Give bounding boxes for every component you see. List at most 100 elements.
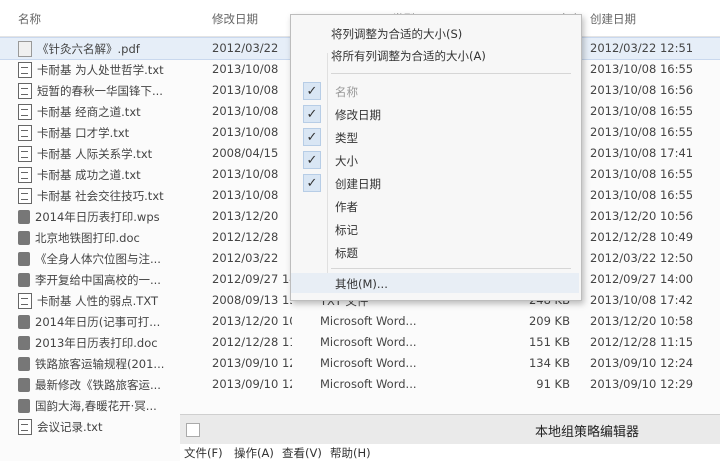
checkmark-icon: [303, 197, 321, 215]
menu-column-label: 类型: [335, 131, 358, 145]
menu-column-item[interactable]: ✓ 大小: [291, 150, 579, 170]
policy-editor-titlebar[interactable]: 本地组策略编辑器: [180, 414, 720, 445]
file-name-text: 铁路旅客运输规程(201...: [35, 357, 165, 371]
file-created-date: 2012/03/22 12:50: [590, 251, 694, 265]
file-name-text: 卡耐基 人际关系学.txt: [37, 147, 153, 161]
file-created-date: 2013/10/08 16:55: [590, 188, 694, 202]
file-row[interactable]: 2014年日历(记事可打... 2013/12/20 10:58 Microsoft…: [0, 311, 720, 332]
file-name: 北京地铁图打印.doc: [18, 230, 208, 246]
file-created-date: 2013/10/08 16:55: [590, 62, 694, 76]
menu-fit-column[interactable]: 将列调整为合适的大小(S): [291, 23, 579, 43]
file-name: 卡耐基 口才学.txt: [18, 125, 208, 141]
file-size: 134 KB: [528, 356, 570, 370]
file-created-date: 2013/12/20 10:58: [590, 314, 694, 328]
menu-column-item[interactable]: ✓ 修改日期: [291, 104, 579, 124]
menu-column-item[interactable]: ✓ 类型: [291, 127, 579, 147]
menu-column-label: 标记: [335, 223, 358, 237]
file-modified-date: 2008/09/13 13:27: [212, 293, 292, 307]
text-file-icon: [18, 125, 32, 141]
file-row[interactable]: 铁路旅客运输规程(201... 2013/09/10 12:24 Microsoft…: [0, 353, 720, 374]
text-file-icon: [18, 167, 32, 183]
file-type: Microsoft Word...: [320, 314, 417, 328]
menu-fit-all-columns[interactable]: 将所有列调整为合适的大小(A): [291, 45, 579, 65]
menu-column-item[interactable]: 作者: [291, 196, 579, 216]
wps-doc-icon: [18, 210, 30, 224]
file-name-text: 卡耐基 社会交往技巧.txt: [37, 189, 164, 203]
file-size: 209 KB: [528, 314, 570, 328]
text-file-icon: [18, 188, 32, 204]
column-header-name[interactable]: 名称: [18, 11, 41, 27]
file-name: 铁路旅客运输规程(201...: [18, 356, 208, 372]
file-name-text: 李开复给中国高校的一...: [35, 273, 161, 287]
file-modified-date: 2013/10/08: [212, 188, 279, 202]
menu-separator: [331, 268, 571, 269]
checkmark-icon: ✓: [303, 82, 321, 100]
file-row[interactable]: 最新修改《铁路旅客运... 2013/09/10 12:29 Microsoft W…: [0, 374, 720, 395]
menu-separator: [331, 73, 571, 74]
file-name: 最新修改《铁路旅客运...: [18, 377, 208, 393]
file-name-text: 北京地铁图打印.doc: [35, 231, 140, 245]
word-doc-icon: [18, 399, 30, 413]
file-created-date: 2013/10/08 16:55: [590, 167, 694, 181]
menu-file[interactable]: 文件(F): [184, 445, 223, 461]
file-created-date: 2013/10/08 17:42: [590, 293, 694, 307]
file-created-date: 2012/09/27 14:00: [590, 272, 694, 286]
pdf-icon: [18, 41, 32, 57]
file-name-text: 会议记录.txt: [37, 420, 103, 434]
file-created-date: 2013/12/20 10:56: [590, 209, 694, 223]
menu-column-item[interactable]: ✓ 名称: [291, 81, 579, 101]
file-modified-date: 2013/10/08: [212, 104, 279, 118]
file-modified-date: 2012/03/22: [212, 41, 279, 55]
column-context-menu: 将列调整为合适的大小(S) 将所有列调整为合适的大小(A) ✓ 名称 ✓ 修改日期 ✓ 类…: [290, 14, 582, 301]
file-name-text: 2014年日历(记事可打...: [35, 315, 161, 329]
file-created-date: 2013/09/10 12:29: [590, 377, 694, 391]
file-modified-date: 2013/12/20: [212, 209, 279, 223]
column-header-modified[interactable]: 修改日期: [212, 11, 258, 27]
menu-action[interactable]: 操作(A): [234, 445, 274, 461]
file-name: 短暂的春秋一华国锋下...: [18, 83, 208, 99]
file-row[interactable]: 2013年日历表打印.doc 2012/12/28 11:15 Microsoft …: [0, 332, 720, 353]
file-name-text: 最新修改《铁路旅客运...: [35, 378, 161, 392]
file-created-date: 2013/10/08 16:55: [590, 125, 694, 139]
file-modified-date: 2012/12/28 11:15: [212, 335, 292, 349]
file-name-text: 卡耐基 经商之道.txt: [37, 105, 141, 119]
file-name: 2013年日历表打印.doc: [18, 335, 208, 351]
menu-column-label: 名称: [335, 85, 358, 99]
file-created-date: 2013/10/08 16:55: [590, 104, 694, 118]
file-row[interactable]: 国韵大海,春暖花开·冥...: [0, 395, 720, 416]
word-doc-icon: [18, 315, 30, 329]
menu-column-label: 创建日期: [335, 177, 381, 191]
file-size: 151 KB: [528, 335, 570, 349]
file-name: 卡耐基 为人处世哲学.txt: [18, 62, 208, 78]
menu-column-item[interactable]: ✓ 创建日期: [291, 173, 579, 193]
file-created-date: 2012/12/28 11:15: [590, 335, 694, 349]
file-modified-date: 2012/03/22: [212, 251, 279, 265]
menu-more-label: 其他(M)...: [335, 277, 388, 291]
menu-column-item[interactable]: 标记: [291, 219, 579, 239]
file-modified-date: 2013/10/08: [212, 167, 279, 181]
checkmark-icon: [303, 220, 321, 238]
file-name-text: 卡耐基 口才学.txt: [37, 126, 130, 140]
menu-column-label: 修改日期: [335, 108, 381, 122]
menu-more-columns[interactable]: 其他(M)...: [291, 273, 579, 293]
file-name-text: 卡耐基 成功之道.txt: [37, 168, 141, 182]
text-file-icon: [18, 293, 32, 309]
file-size: 91 KB: [536, 377, 570, 391]
column-header-created[interactable]: 创建日期: [590, 11, 636, 27]
text-file-icon: [18, 104, 32, 120]
menu-fit-column-label: 将列调整为合适的大小(S): [331, 27, 463, 41]
text-file-icon: [18, 419, 32, 435]
menu-column-item[interactable]: 标题: [291, 242, 579, 262]
file-name: 卡耐基 成功之道.txt: [18, 167, 208, 183]
file-name: 2014年日历表打印.wps: [18, 209, 208, 225]
word-doc-icon: [18, 336, 30, 350]
menu-help[interactable]: 帮助(H): [330, 445, 371, 461]
file-created-date: 2013/09/10 12:24: [590, 356, 694, 370]
word-doc-icon: [18, 252, 30, 266]
file-modified-date: 2013/10/08: [212, 83, 279, 97]
file-name-text: 卡耐基 为人处世哲学.txt: [37, 63, 164, 77]
file-name: 李开复给中国高校的一...: [18, 272, 208, 288]
file-name-text: 《针灸六名解》.pdf: [37, 42, 140, 56]
file-name: 《全身人体穴位图与注...: [18, 251, 208, 267]
menu-view[interactable]: 查看(V): [282, 445, 322, 461]
